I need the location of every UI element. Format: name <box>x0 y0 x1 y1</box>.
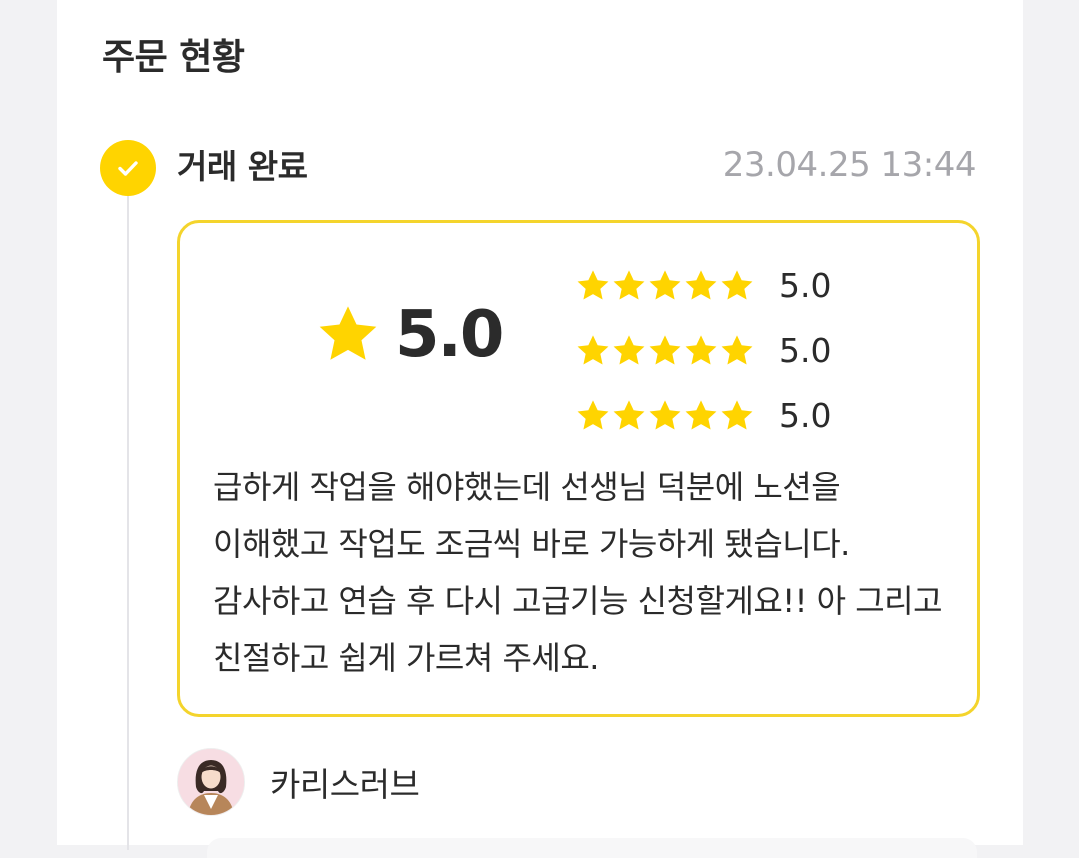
star-icon <box>685 269 717 299</box>
star-icon <box>577 269 609 299</box>
reviewer-name: 카리스러브 <box>270 765 420 804</box>
star-rating <box>575 398 755 434</box>
rating-breakdown: 5.0 5.0 5.0 <box>575 253 831 448</box>
next-card-edge <box>207 838 977 858</box>
star-rating <box>575 268 755 304</box>
review-card: 5.0 5.0 5.0 5.0 급하게 작업을 해야했는데 선생님 덕분에 노션… <box>177 220 980 717</box>
reviewer[interactable]: 카리스러브 <box>177 748 420 816</box>
star-icon <box>319 306 377 360</box>
rating-value: 5.0 <box>779 266 832 305</box>
star-icon <box>685 399 717 429</box>
star-rating <box>575 333 755 369</box>
star-icon <box>649 269 681 299</box>
star-icon <box>721 269 753 299</box>
status-timestamp: 23.04.25 13:44 <box>722 145 977 185</box>
star-icon <box>577 334 609 364</box>
overall-rating: 5.0 <box>315 298 504 372</box>
rating-value: 5.0 <box>779 396 832 435</box>
star-icon <box>649 334 681 364</box>
star-icon <box>721 399 753 429</box>
star-icon <box>613 334 645 364</box>
avatar[interactable] <box>177 748 245 816</box>
overall-score: 5.0 <box>395 298 504 372</box>
rating-value: 5.0 <box>779 331 832 370</box>
star-icon <box>649 399 681 429</box>
review-text: 급하게 작업을 해야했는데 선생님 덕분에 노션을 이해했고 작업도 조금씩 바… <box>213 468 943 677</box>
star-icon <box>577 399 609 429</box>
check-icon <box>100 140 156 196</box>
status-label: 거래 완료 <box>177 147 308 186</box>
rating-row: 5.0 <box>575 253 831 318</box>
star-icon <box>613 269 645 299</box>
rating-row: 5.0 <box>575 318 831 383</box>
timeline-line <box>127 190 129 850</box>
rating-row: 5.0 <box>575 383 831 448</box>
star-icon <box>721 334 753 364</box>
star-icon <box>685 334 717 364</box>
order-status-panel: 주문 현황 거래 완료 23.04.25 13:44 5.0 5.0 5.0 5… <box>57 0 1023 858</box>
section-title: 주문 현황 <box>102 37 245 78</box>
star-icon <box>613 399 645 429</box>
